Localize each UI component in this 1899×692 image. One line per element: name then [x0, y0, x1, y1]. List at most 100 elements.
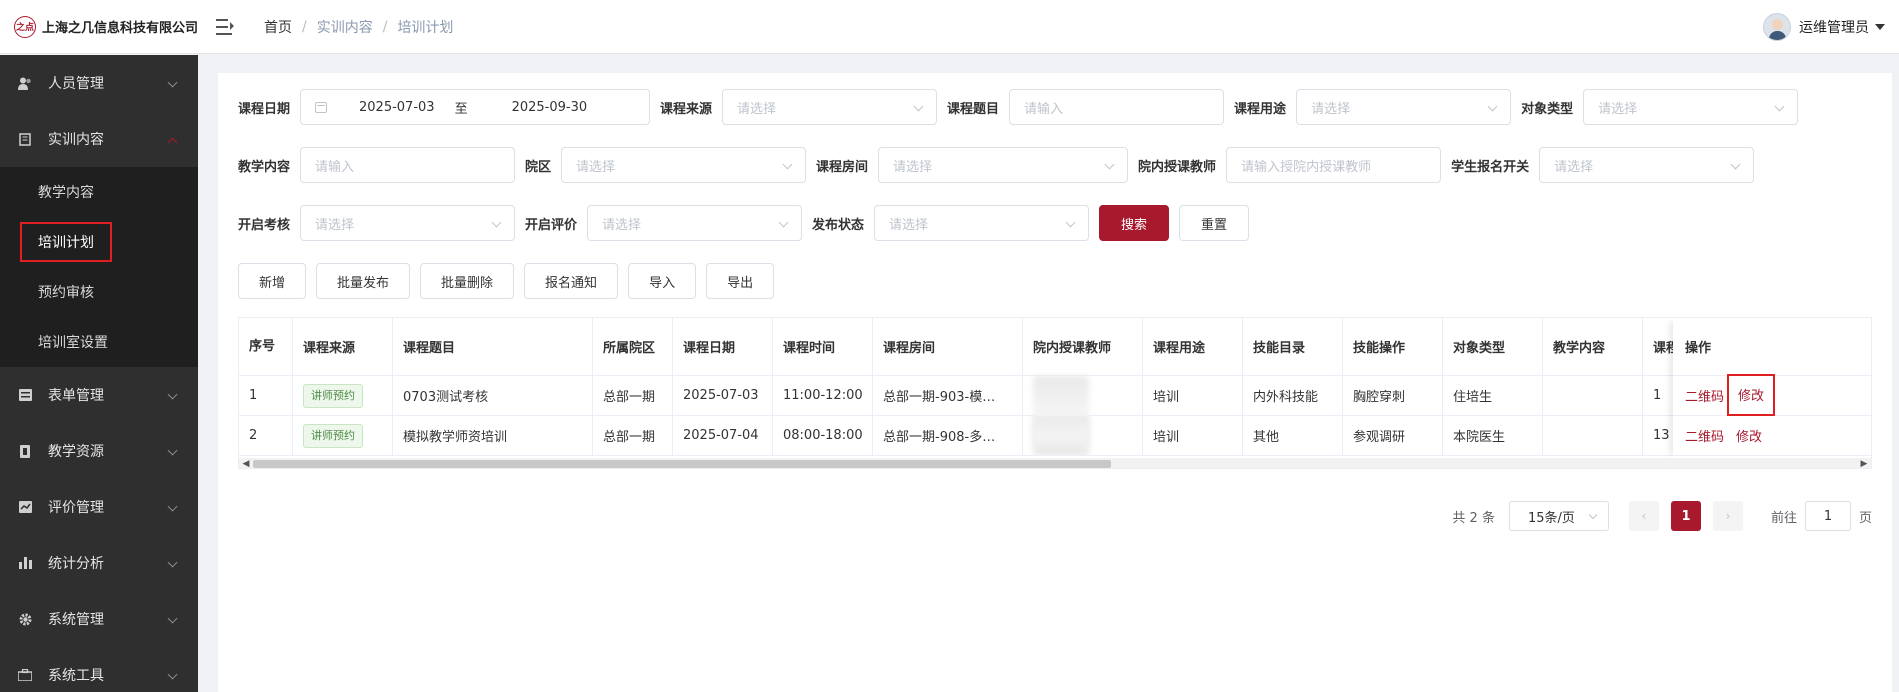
edit-link[interactable]: 修改 [1736, 426, 1762, 445]
sidebar-item-label: 表单管理 [48, 388, 104, 404]
sidebar-item-resources[interactable]: 教学资源 [0, 423, 198, 479]
cell-index: 2 [239, 416, 293, 455]
submenu: 教学内容 培训计划 预约审核 培训室设置 [0, 167, 198, 367]
avatar[interactable] [1763, 13, 1791, 41]
sidebar-item-people[interactable]: 人员管理 [0, 55, 198, 111]
course-title-input[interactable]: 请输入 [1009, 89, 1225, 125]
action-row: 二维码 修改 [1673, 416, 1871, 456]
goto-page-input[interactable]: 1 [1804, 501, 1851, 531]
sidebar-item-system[interactable]: 系统管理 [0, 591, 198, 647]
cell-content [1543, 376, 1643, 415]
chevron-down-icon [167, 389, 178, 400]
scrollbar-thumb[interactable] [253, 460, 1111, 468]
col-usage: 课程用途 [1143, 318, 1243, 375]
gear-icon [18, 612, 32, 626]
sidebar-item-label: 评价管理 [48, 500, 104, 516]
edit-link[interactable]: 修改 [1738, 385, 1764, 404]
course-date-label: 课程日期 [238, 101, 291, 117]
reset-button[interactable]: 重置 [1179, 205, 1250, 241]
target-type-select[interactable]: 请选择 [1583, 89, 1799, 125]
caret-down-icon[interactable] [1875, 24, 1885, 30]
col-source: 课程来源 [293, 318, 393, 375]
date-end[interactable]: 2025-09-30 [512, 100, 588, 115]
sidebar-item-forms[interactable]: 表单管理 [0, 367, 198, 423]
exam-label: 开启考核 [238, 217, 291, 233]
col-room: 课程房间 [873, 318, 1023, 375]
placeholder: 请输入 [1024, 101, 1064, 117]
chevron-up-icon [167, 137, 178, 148]
cell-target: 本院医生 [1443, 416, 1543, 455]
date-range-picker[interactable]: 2025-07-03 至 2025-09-30 [300, 89, 651, 125]
search-button[interactable]: 搜索 [1099, 205, 1170, 241]
cell-time: 11:00-12:00 [773, 376, 873, 415]
pagination: 共 2 条 15条/页 ‹ 1 › 前往 1 页 [1452, 501, 1872, 531]
batch-publish-button[interactable]: 批量发布 [316, 263, 411, 299]
exam-select[interactable]: 请选择 [300, 205, 516, 241]
source-tag: 讲师预约 [303, 423, 363, 448]
cell-room: 总部一期-903-模… [873, 376, 1023, 415]
sidebar-item-statistics[interactable]: 统计分析 [0, 535, 198, 591]
sidebar-item-tools[interactable]: 系统工具 [0, 647, 198, 692]
chevron-down-icon [1730, 159, 1741, 170]
teaching-content-input[interactable]: 请输入 [300, 147, 516, 183]
date-start[interactable]: 2025-07-03 [359, 100, 435, 115]
cell-skill-op: 参观调研 [1343, 416, 1443, 455]
filter-row-1: 课程日期 2025-07-03 至 2025-09-30 课程来源 请选择 课程… [238, 89, 1808, 125]
sidebar-subitem-appointment-review[interactable]: 预约审核 [0, 267, 198, 317]
main-content: 课程日期 2025-07-03 至 2025-09-30 课程来源 请选择 课程… [218, 73, 1892, 692]
chevron-down-icon [913, 101, 924, 112]
cell-index: 1 [239, 376, 293, 415]
sidebar-toggle-icon[interactable] [216, 18, 234, 35]
batch-delete-button[interactable]: 批量删除 [420, 263, 515, 299]
cell-skill-dir: 其他 [1243, 416, 1343, 455]
prev-page-button[interactable]: ‹ [1628, 501, 1659, 531]
page-size-select[interactable]: 15条/页 [1508, 501, 1609, 531]
action-toolbar: 新增 批量发布 批量删除 报名通知 导入 导出 [238, 263, 784, 299]
sidebar-item-label: 系统工具 [48, 668, 104, 684]
room-select[interactable]: 请选择 [878, 147, 1129, 183]
chevron-down-icon [1104, 159, 1115, 170]
chevron-down-icon [167, 557, 178, 568]
scroll-right-icon[interactable]: ▶ [1859, 459, 1869, 468]
publish-select[interactable]: 请选择 [874, 205, 1090, 241]
sidebar-item-evaluation[interactable]: 评价管理 [0, 479, 198, 535]
breadcrumb-home[interactable]: 首页 [264, 17, 292, 37]
user-menu[interactable]: 运维管理员 [1763, 0, 1885, 54]
chevron-down-icon [1774, 101, 1785, 112]
breadcrumb-section[interactable]: 实训内容 [317, 17, 373, 37]
chevron-down-icon [1065, 217, 1076, 228]
course-usage-select[interactable]: 请选择 [1296, 89, 1512, 125]
sidebar-subitem-room-settings[interactable]: 培训室设置 [0, 317, 198, 367]
cell-room: 总部一期-908-多… [873, 416, 1023, 455]
import-button[interactable]: 导入 [628, 263, 697, 299]
horizontal-scrollbar[interactable]: ◀ ▶ [239, 458, 1871, 468]
qrcode-link[interactable]: 二维码 [1685, 386, 1724, 405]
signup-switch-select[interactable]: 请选择 [1539, 147, 1755, 183]
cell-time: 08:00-18:00 [773, 416, 873, 455]
user-name[interactable]: 运维管理员 [1799, 17, 1869, 37]
teacher-input[interactable]: 请输入授院内授课教师 [1226, 147, 1442, 183]
placeholder: 请选择 [737, 101, 777, 117]
col-index: 序号 [239, 318, 293, 375]
goto-prefix: 前往 [1770, 510, 1797, 526]
signup-notice-button[interactable]: 报名通知 [524, 263, 619, 299]
col-time: 课程时间 [773, 318, 873, 375]
sidebar-item-label: 人员管理 [48, 76, 104, 92]
next-page-button[interactable]: › [1712, 501, 1743, 531]
page-number-current[interactable]: 1 [1670, 501, 1701, 531]
export-button[interactable]: 导出 [706, 263, 775, 299]
evaluation-select[interactable]: 请选择 [587, 205, 803, 241]
cell-title: 模拟教学师资培训 [393, 416, 593, 455]
sidebar-subitem-teaching-content[interactable]: 教学内容 [0, 167, 198, 217]
sidebar-item-training-content[interactable]: 实训内容 [0, 111, 198, 167]
filter-row-2: 教学内容 请输入 院区 请选择 课程房间 请选择 院内授课教师 请输入授院内授课… [238, 147, 1764, 183]
campus-select[interactable]: 请选择 [561, 147, 807, 183]
publish-label: 发布状态 [812, 217, 865, 233]
logo-mark: 之点 [14, 15, 36, 38]
add-button[interactable]: 新增 [238, 263, 307, 299]
scroll-left-icon[interactable]: ◀ [241, 459, 251, 468]
teaching-content-label: 教学内容 [238, 159, 291, 175]
sidebar-subitem-training-plan[interactable]: 培训计划 [0, 217, 198, 267]
qrcode-link[interactable]: 二维码 [1685, 426, 1724, 445]
course-source-select[interactable]: 请选择 [722, 89, 938, 125]
